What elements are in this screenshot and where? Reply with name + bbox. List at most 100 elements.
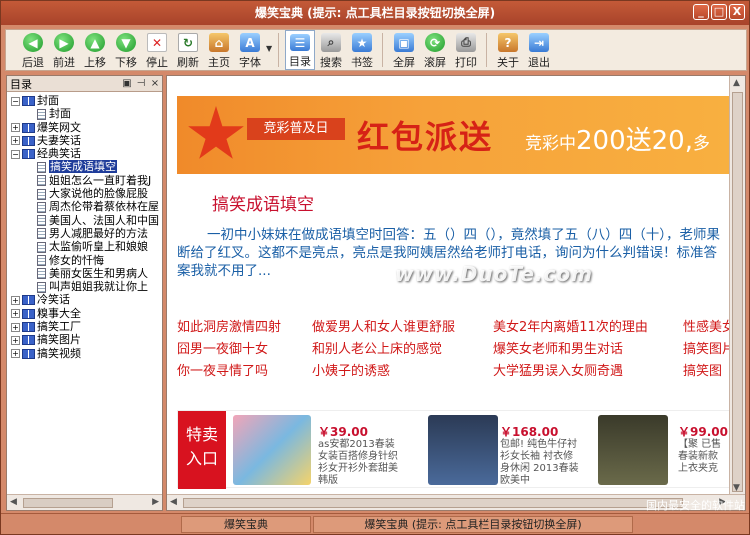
tree-folder[interactable]: + 冷笑话 bbox=[7, 293, 162, 306]
scroll-right-icon[interactable]: ▶ bbox=[152, 497, 159, 507]
expand-icon[interactable]: + bbox=[11, 123, 20, 133]
directory-pane: 目录 ▣ ⊣ × − 封面 封面 + 爆笑网文 + 夫妻笑话 − 经典笑话 搞笑成语填空 姐姐怎么一… bbox=[6, 75, 163, 511]
expand-icon[interactable]: + bbox=[11, 322, 20, 332]
directory-button[interactable]: ☰ 目录 bbox=[285, 30, 315, 70]
about-label: 关于 bbox=[497, 56, 519, 69]
product-image[interactable] bbox=[598, 415, 668, 485]
article-link[interactable]: 和别人老公上床的感觉 bbox=[312, 338, 442, 357]
expand-icon[interactable]: + bbox=[11, 335, 20, 345]
autoscroll-button[interactable]: ⟳ 滚屏 bbox=[420, 30, 450, 70]
exit-button[interactable]: ⇥ 退出 bbox=[524, 30, 554, 70]
down-arrow-icon: ▼ bbox=[116, 33, 136, 52]
tree-node-label: 糗事大全 bbox=[37, 306, 81, 320]
tree-node-label: 周杰伦带着蔡依林在屋 bbox=[49, 200, 159, 214]
print-icon: ⎙ bbox=[456, 33, 476, 52]
article-link[interactable]: 大学猛男误入女厕奇遇 bbox=[493, 360, 623, 379]
article-link[interactable]: 小姨子的诱惑 bbox=[312, 360, 390, 379]
about-button[interactable]: ? 关于 bbox=[493, 30, 523, 70]
tree-folder[interactable]: + 夫妻笑话 bbox=[7, 134, 162, 147]
tree-folder[interactable]: + 爆笑网文 bbox=[7, 121, 162, 134]
home-button[interactable]: ⌂ 主页 bbox=[204, 30, 234, 70]
tree-item[interactable]: 太监偷听皇上和娘娘 bbox=[7, 240, 162, 253]
article-link[interactable]: 美女2年内离婚11次的理由 bbox=[493, 316, 648, 335]
tree-item[interactable]: 周杰伦带着蔡依林在屋 bbox=[7, 200, 162, 213]
bookmark-button[interactable]: ★ 书签 bbox=[347, 30, 377, 70]
promo-prefix: 竞彩中 bbox=[525, 134, 576, 154]
tree-folder[interactable]: − 封面 bbox=[7, 94, 162, 107]
product-image[interactable] bbox=[428, 415, 498, 485]
lottery-banner-ad[interactable]: 竞彩普及日 红包派送 竞彩中200送20,多 bbox=[177, 96, 733, 174]
tree-item[interactable]: 美国人、法国人和中国 bbox=[7, 214, 162, 227]
article-link[interactable]: 你一夜寻情了吗 bbox=[177, 360, 268, 379]
expand-icon[interactable]: + bbox=[11, 309, 20, 319]
sale-ad[interactable]: 特卖 入口 ￥39.00 as安都2013春装女装百搭修身针织衫女开衫外套甜美韩版… bbox=[177, 410, 733, 489]
tree-item[interactable]: 美丽女医生和男病人 bbox=[7, 267, 162, 280]
tree-item[interactable]: 男人减肥最好的方法 bbox=[7, 227, 162, 240]
scroll-left-icon[interactable]: ◀ bbox=[170, 497, 177, 507]
close-button[interactable]: X bbox=[729, 4, 745, 20]
move-down-button[interactable]: ▼ 下移 bbox=[111, 30, 141, 70]
dock-icon[interactable]: ▣ bbox=[120, 78, 134, 89]
expand-icon[interactable]: + bbox=[11, 349, 20, 359]
maximize-button[interactable]: □ bbox=[711, 4, 727, 20]
scroll-thumb[interactable] bbox=[183, 498, 683, 508]
close-pane-icon[interactable]: × bbox=[148, 78, 162, 89]
move-up-button[interactable]: ▲ 上移 bbox=[80, 30, 110, 70]
tree-item[interactable]: 搞笑成语填空 bbox=[7, 160, 162, 174]
tree-folder[interactable]: + 搞笑图片 bbox=[7, 333, 162, 346]
scroll-down-icon[interactable]: ▼ bbox=[733, 483, 740, 493]
article-link[interactable]: 如此洞房激情四射 bbox=[177, 316, 281, 335]
tree-item[interactable]: 大家说他的脸像屁股 bbox=[7, 187, 162, 200]
collapse-icon[interactable]: − bbox=[11, 149, 20, 159]
font-label: 字体 bbox=[239, 56, 261, 69]
content-vertical-scrollbar[interactable]: ▲ ▼ bbox=[729, 76, 745, 495]
back-button[interactable]: ◀ 后退 bbox=[18, 30, 48, 70]
tree-folder[interactable]: + 搞笑工厂 bbox=[7, 320, 162, 333]
refresh-button[interactable]: ↻ 刷新 bbox=[173, 30, 203, 70]
forward-button[interactable]: ▶ 前进 bbox=[49, 30, 79, 70]
directory-horizontal-scrollbar[interactable]: ◀ ▶ bbox=[7, 494, 162, 510]
article-link[interactable]: 性感美女 bbox=[683, 316, 735, 335]
banner-headline: 红包派送 bbox=[357, 118, 494, 156]
tree-folder[interactable]: − 经典笑话 bbox=[7, 147, 162, 160]
product-image[interactable] bbox=[233, 415, 311, 485]
tree-node-label: 姐姐怎么一直盯着我J bbox=[49, 173, 152, 187]
scroll-left-icon[interactable]: ◀ bbox=[10, 497, 17, 507]
search-button[interactable]: ⌕ 搜索 bbox=[316, 30, 346, 70]
link-row: 如此洞房激情四射 做爱男人和女人谁更舒服 美女2年内离婚11次的理由 性感美女 bbox=[177, 316, 735, 338]
page-icon bbox=[37, 281, 46, 293]
forward-arrow-icon: ▶ bbox=[54, 33, 74, 52]
page-icon bbox=[37, 228, 46, 240]
fullscreen-button[interactable]: ▣ 全屏 bbox=[389, 30, 419, 70]
article-link[interactable]: 爆笑女老师和男生对话 bbox=[493, 338, 623, 357]
scroll-thumb[interactable] bbox=[732, 92, 743, 492]
font-button[interactable]: A 字体 bbox=[235, 30, 265, 70]
font-dropdown-arrow-icon[interactable]: ▼ bbox=[266, 44, 274, 53]
expand-icon[interactable]: + bbox=[11, 295, 20, 305]
scroll-thumb[interactable] bbox=[23, 498, 113, 508]
article-link[interactable]: 做爱男人和女人谁更舒服 bbox=[312, 316, 455, 335]
back-arrow-icon: ◀ bbox=[23, 33, 43, 52]
sale-ad-label[interactable]: 特卖 入口 bbox=[178, 411, 226, 489]
tree-item[interactable]: 修女的忏悔 bbox=[7, 254, 162, 267]
link-row: 囧男一夜御十女 和别人老公上床的感觉 爆笑女老师和男生对话 搞笑图片 bbox=[177, 338, 735, 360]
article-link[interactable]: 搞笑图 bbox=[683, 360, 722, 379]
print-button[interactable]: ⎙ 打印 bbox=[451, 30, 481, 70]
tree-item[interactable]: 叫声姐姐我就让你上 bbox=[7, 280, 162, 293]
article-link[interactable]: 囧男一夜御十女 bbox=[177, 338, 268, 357]
page-icon bbox=[37, 268, 46, 280]
stop-button[interactable]: ✕ 停止 bbox=[142, 30, 172, 70]
book-icon bbox=[22, 122, 35, 133]
article-link[interactable]: 搞笑图片 bbox=[683, 338, 735, 357]
tree-item[interactable]: 姐姐怎么一直盯着我J bbox=[7, 174, 162, 187]
tree-folder[interactable]: + 糗事大全 bbox=[7, 307, 162, 320]
collapse-icon[interactable]: − bbox=[11, 96, 20, 106]
expand-icon[interactable]: + bbox=[11, 136, 20, 146]
minimize-button[interactable]: _ bbox=[693, 4, 709, 20]
product-description: as安都2013春装女装百搭修身针织衫女开衫外套甜美韩版 bbox=[318, 439, 398, 486]
tree-item[interactable]: 封面 bbox=[7, 107, 162, 120]
tree-folder[interactable]: + 搞笑视频 bbox=[7, 347, 162, 360]
window-controls: _ □ X bbox=[693, 4, 745, 20]
scroll-up-icon[interactable]: ▲ bbox=[733, 78, 740, 88]
pin-icon[interactable]: ⊣ bbox=[134, 78, 148, 89]
